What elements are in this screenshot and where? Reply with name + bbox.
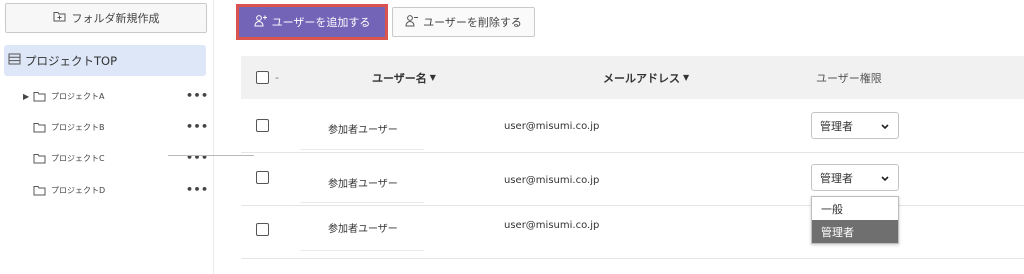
column-header-permission-label: ユーザー権限 — [816, 71, 882, 85]
more-menu-icon[interactable]: ••• — [186, 151, 209, 164]
tree-item-label: プロジェクトB — [51, 122, 105, 132]
row-checkbox[interactable] — [256, 171, 269, 184]
sidebar: フォルダ新規作成 プロジェクトTOP ▶ プロジェクトA ••• プロジェクトB… — [0, 0, 214, 274]
user-minus-icon — [405, 14, 419, 30]
column-header-permission: ユーザー権限 — [816, 56, 882, 99]
row-username: 参加者ユーザー — [328, 179, 398, 190]
table-header: - ユーザー名 ▼ メールアドレス ▼ ユーザー権限 — [241, 56, 1024, 99]
tree-root-label: プロジェクトTOP — [25, 53, 118, 68]
permission-select[interactable]: 管理者 — [811, 112, 899, 139]
tree-item-label: プロジェクトA — [51, 91, 105, 101]
folder-icon — [33, 122, 46, 133]
select-all-checkbox[interactable] — [256, 71, 269, 84]
folder-icon — [33, 153, 46, 164]
more-menu-icon[interactable]: ••• — [186, 120, 209, 133]
folder-plus-icon — [53, 11, 66, 25]
add-user-label: ユーザーを追加する — [271, 16, 371, 29]
more-menu-icon[interactable]: ••• — [186, 89, 209, 102]
row-username: 参加者ユーザー — [328, 224, 398, 235]
drag-indicator-line — [168, 155, 254, 156]
row-checkbox[interactable] — [256, 119, 269, 132]
permission-dropdown-menu: 一般 管理者 — [811, 196, 899, 244]
column-header-email[interactable]: メールアドレス ▼ — [603, 56, 689, 99]
permission-option-admin[interactable]: 管理者 — [812, 220, 898, 243]
add-user-button[interactable]: ユーザーを追加する — [239, 7, 385, 37]
row-divider — [241, 205, 1024, 206]
folder-icon — [33, 91, 46, 102]
select-all-suffix: - — [275, 71, 279, 84]
permission-select-value: 管理者 — [820, 171, 853, 185]
column-header-email-label: メールアドレス — [603, 71, 680, 85]
folder-icon — [33, 185, 46, 196]
permission-select-value: 管理者 — [820, 119, 853, 133]
new-folder-label: フォルダ新規作成 — [71, 12, 160, 25]
user-plus-icon — [254, 14, 268, 30]
tree-root-item[interactable]: プロジェクトTOP — [4, 45, 206, 76]
new-folder-button[interactable]: フォルダ新規作成 — [5, 3, 207, 33]
chevron-down-icon — [880, 173, 890, 186]
row-email: user@misumi.co.jp — [504, 175, 600, 186]
cell-divider — [300, 202, 424, 203]
row-checkbox[interactable] — [256, 223, 269, 236]
tree-item-label: プロジェクトD — [51, 185, 106, 195]
row-email: user@misumi.co.jp — [504, 220, 600, 231]
column-header-username-label: ユーザー名 — [372, 71, 427, 85]
caret-right-icon[interactable]: ▶ — [23, 92, 33, 101]
row-divider — [241, 258, 1024, 259]
delete-user-button[interactable]: ユーザーを削除する — [392, 7, 535, 37]
cell-divider — [300, 250, 424, 251]
sort-down-icon[interactable]: ▼ — [683, 73, 689, 82]
row-username: 参加者ユーザー — [328, 125, 398, 136]
tree-item-project-b[interactable]: プロジェクトB — [33, 117, 105, 137]
more-menu-icon[interactable]: ••• — [186, 183, 209, 196]
permission-select[interactable]: 管理者 — [811, 164, 899, 191]
row-divider — [241, 152, 1024, 153]
tree-item-project-a[interactable]: ▶ プロジェクトA — [23, 86, 104, 106]
permission-option-general[interactable]: 一般 — [812, 197, 898, 220]
tree-item-project-d[interactable]: プロジェクトD — [33, 180, 105, 200]
tree-item-label: プロジェクトC — [51, 153, 105, 163]
select-all[interactable]: - — [256, 56, 279, 99]
list-icon — [8, 53, 21, 68]
chevron-down-icon — [880, 121, 890, 134]
add-user-button-highlight: ユーザーを追加する — [236, 4, 388, 40]
tree-item-project-c[interactable]: プロジェクトC — [33, 148, 105, 168]
column-header-username[interactable]: ユーザー名 ▼ — [372, 56, 436, 99]
sort-down-icon[interactable]: ▼ — [430, 73, 436, 82]
row-email: user@misumi.co.jp — [504, 121, 600, 132]
delete-user-label: ユーザーを削除する — [423, 16, 522, 29]
cell-divider — [300, 149, 424, 150]
